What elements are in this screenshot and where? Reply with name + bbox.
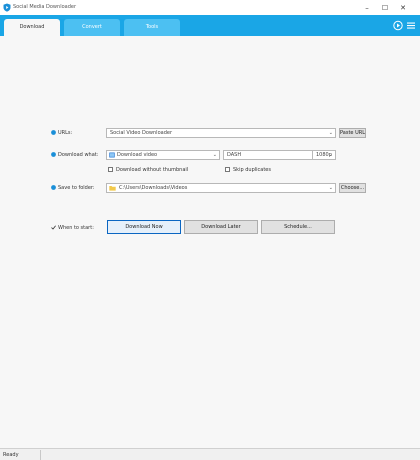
no-thumbnail-checkbox[interactable] <box>108 167 113 172</box>
check-icon <box>51 225 56 230</box>
chevron-down-icon[interactable]: ⌄ <box>329 151 333 159</box>
download-what-label: Download what: <box>58 152 99 158</box>
url-input-value: Social Video Downloader <box>110 130 172 136</box>
app-logo-icon <box>3 3 11 12</box>
chevron-down-icon[interactable]: ⌄ <box>213 151 217 159</box>
skip-duplicates-label: Skip duplicates <box>233 167 271 173</box>
status-divider <box>40 450 41 460</box>
maximize-button[interactable]: ☐ <box>378 0 392 15</box>
info-icon <box>51 152 56 157</box>
tab-tools[interactable]: Tools <box>124 19 180 36</box>
title-bar: Social Media Downloader – ☐ ✕ <box>0 0 420 15</box>
tab-convert[interactable]: Convert <box>64 19 120 36</box>
app-window: Social Media Downloader – ☐ ✕ Download C… <box>0 0 420 460</box>
close-button[interactable]: ✕ <box>396 0 410 15</box>
download-type-value: Download video <box>117 152 158 158</box>
info-icon <box>51 130 56 135</box>
schedule-button[interactable]: Schedule... <box>261 220 335 234</box>
quality-value: DASH <box>227 152 242 158</box>
download-type-select[interactable]: Download video ⌄ <box>106 150 220 160</box>
tab-strip: Download Convert Tools <box>0 15 420 36</box>
tab-download[interactable]: Download <box>4 19 60 36</box>
hamburger-menu-icon[interactable] <box>406 20 416 31</box>
chevron-down-icon[interactable]: ⌄ <box>329 184 333 192</box>
no-thumbnail-label: Download without thumbnail <box>116 167 189 173</box>
save-folder-value: C:\Users\Downloads\Videos <box>119 185 188 191</box>
skip-duplicates-checkbox[interactable] <box>225 167 230 172</box>
status-bar: Ready <box>0 448 420 460</box>
save-folder-input[interactable]: C:\Users\Downloads\Videos ⌄ <box>106 183 336 193</box>
film-icon <box>109 152 115 158</box>
status-text: Ready <box>3 452 19 458</box>
chevron-down-icon[interactable]: ⌄ <box>329 129 333 137</box>
info-icon <box>51 185 56 190</box>
resolution-select[interactable]: 1080p ⌄ <box>312 150 336 160</box>
minimize-button[interactable]: – <box>360 0 374 15</box>
folder-icon <box>109 186 116 191</box>
url-label: URLs: <box>58 130 73 136</box>
quality-select[interactable]: DASH <box>223 150 313 160</box>
choose-folder-button[interactable]: Choose... <box>339 183 366 193</box>
when-start-label: When to start: <box>58 225 94 231</box>
play-circle-icon[interactable] <box>393 20 403 31</box>
save-folder-label: Save to folder: <box>58 185 95 191</box>
download-now-button[interactable]: Download Now <box>107 220 181 234</box>
url-input[interactable]: Social Video Downloader ⌄ <box>106 128 336 138</box>
download-later-button[interactable]: Download Later <box>184 220 258 234</box>
paste-url-button[interactable]: Paste URL <box>339 128 366 138</box>
window-title: Social Media Downloader <box>13 4 77 10</box>
